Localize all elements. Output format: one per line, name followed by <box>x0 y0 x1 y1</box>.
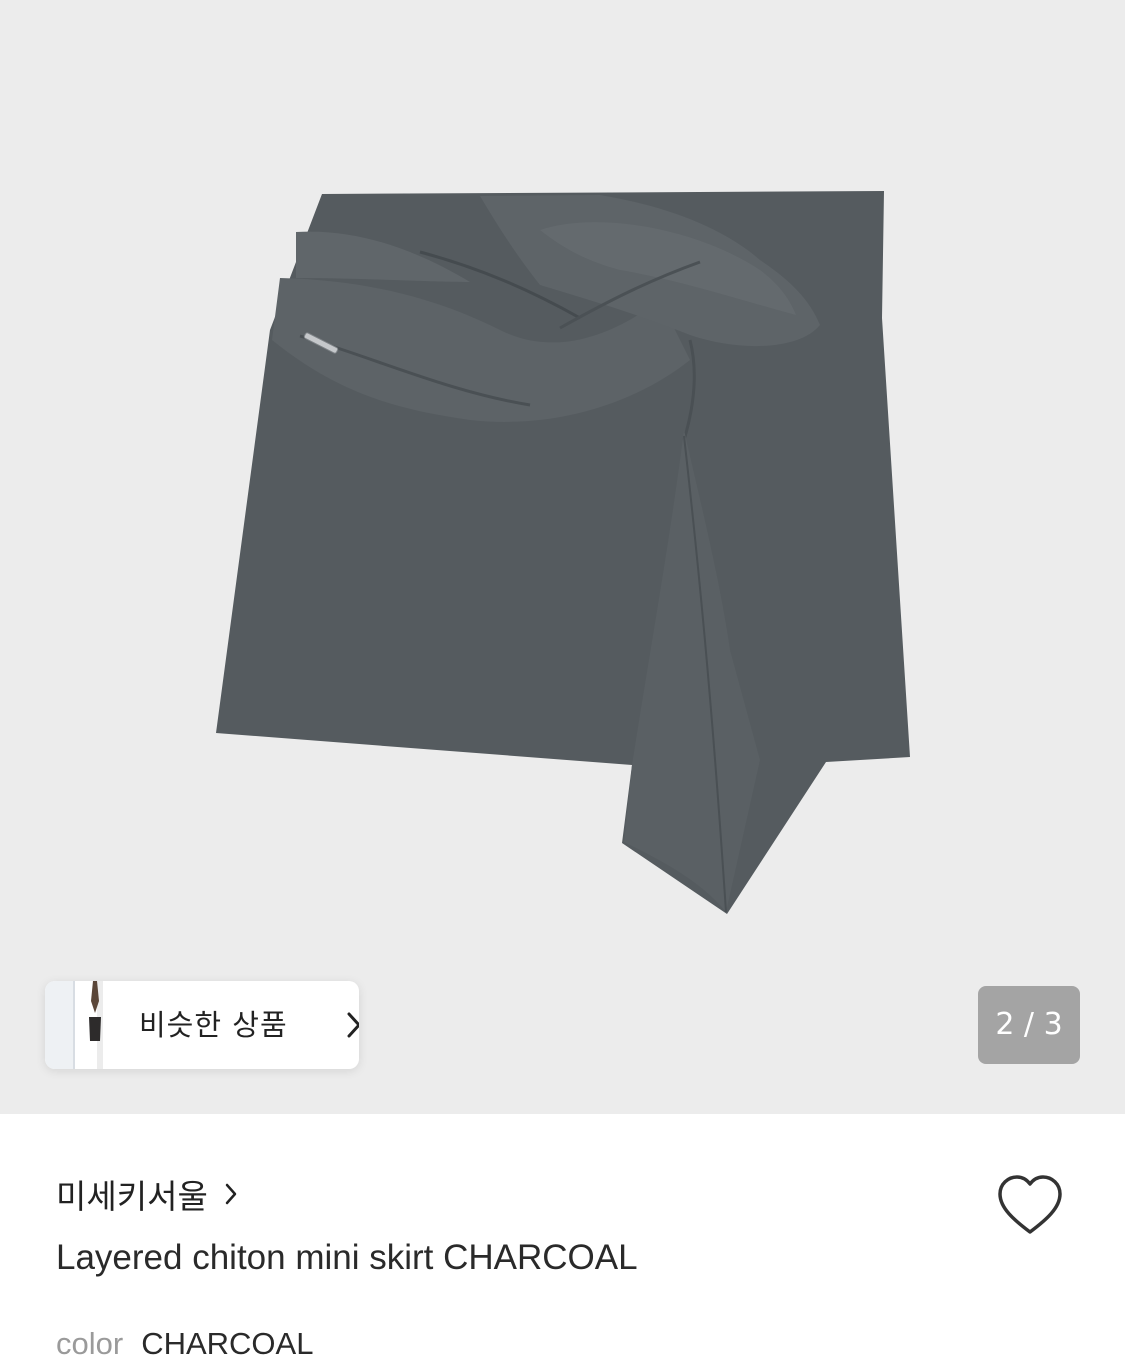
chevron-right-icon <box>225 1183 237 1205</box>
product-title: Layered chiton mini skirt CHARCOAL <box>56 1238 638 1277</box>
heart-outline-icon[interactable] <box>994 1172 1066 1238</box>
color-option-row: color CHARCOAL <box>56 1326 313 1362</box>
color-option-label: color <box>56 1326 124 1361</box>
page-indicator: 2 / 3 <box>978 986 1080 1064</box>
product-info: 미세키서울 Layered chiton mini skirt CHARCOAL… <box>0 1114 1125 1368</box>
product-image[interactable] <box>0 0 1125 1114</box>
product-image-gallery[interactable]: 비슷한 상품 2 / 3 <box>0 0 1125 1114</box>
similar-products-thumbnail <box>45 981 103 1069</box>
brand-name: 미세키서울 <box>56 1177 208 1216</box>
color-option-value: CHARCOAL <box>141 1326 314 1361</box>
brand-link[interactable]: 미세키서울 <box>56 1172 238 1216</box>
similar-products-label: 비슷한 상품 <box>139 1008 288 1042</box>
similar-products-button[interactable]: 비슷한 상품 <box>45 981 359 1069</box>
thumbnail-figure <box>89 981 101 1041</box>
chevron-right-icon <box>347 1012 359 1038</box>
